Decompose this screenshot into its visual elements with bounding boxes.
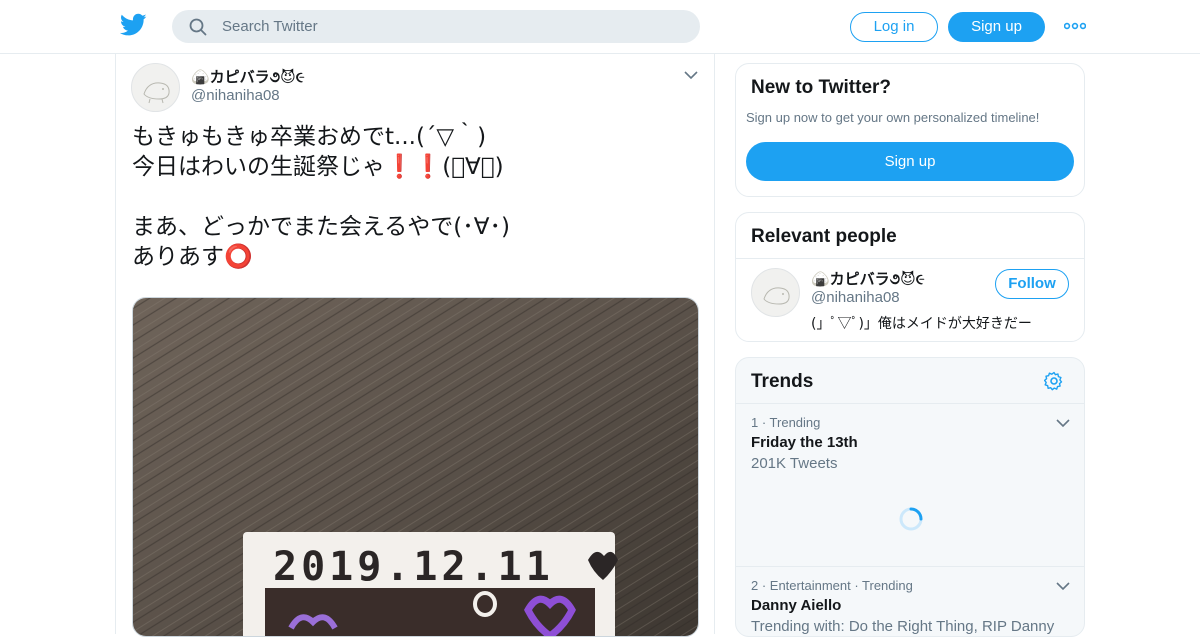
divider	[736, 403, 1084, 404]
trend-name[interactable]: Friday the 13th	[751, 434, 858, 451]
tweet-detail: 🍙カピバラ૭😈૯ @nihaniha08 もきゅもきゅ卒業おめでt...(´▽｀…	[115, 54, 715, 637]
trend-meta: 1 · Trending	[751, 415, 821, 430]
trend-context: Trending with: Do the Right Thing, RIP D…	[751, 618, 1055, 635]
chevron-down-icon[interactable]	[1056, 581, 1070, 591]
trend-name[interactable]: Danny Aiello	[751, 597, 1054, 614]
search-input[interactable]	[222, 10, 682, 43]
signup-cta-button[interactable]: Sign up	[746, 142, 1074, 181]
card-title: Trends	[751, 371, 814, 392]
trend-item[interactable]: 1 · Trending Friday the 13th 201K Tweets	[751, 415, 858, 472]
card-title: Relevant people	[751, 226, 897, 247]
loading-spinner-icon	[899, 507, 923, 531]
login-button[interactable]: Log in	[850, 12, 938, 42]
chevron-down-icon[interactable]	[684, 70, 698, 80]
trend-meta: 2 · Entertainment · Trending	[751, 578, 913, 593]
author-display-name[interactable]: 🍙カピバラ૭😈૯	[191, 66, 305, 87]
relevant-people-card: Relevant people 🍙カピバラ૭😈૯ @nihaniha08 (」ﾟ…	[735, 212, 1085, 342]
signup-button[interactable]: Sign up	[948, 12, 1045, 42]
divider	[736, 566, 1084, 567]
author-handle[interactable]: @nihaniha08	[191, 87, 280, 104]
tweet-photo[interactable]: 2019.12.11	[132, 297, 699, 637]
person-display-name[interactable]: 🍙カピバラ૭😈૯	[811, 268, 925, 289]
gear-icon[interactable]	[1044, 371, 1064, 391]
card-title: New to Twitter?	[751, 77, 892, 98]
person-bio: (」ﾟ▽ﾟ)」俺はメイドが大好きだー	[811, 316, 1032, 332]
photo-image: 2019.12.11	[133, 298, 698, 636]
photo-handwritten-date: 2019.12.11	[273, 544, 554, 590]
person-handle[interactable]: @nihaniha08	[811, 289, 900, 306]
chevron-down-icon[interactable]	[1056, 418, 1070, 428]
divider	[736, 258, 1084, 259]
trend-item[interactable]: 2 · Entertainment · Trending Danny Aiell…	[751, 578, 1054, 635]
author-avatar[interactable]	[131, 63, 180, 112]
capybara-sketch-icon	[143, 82, 170, 104]
card-subtitle: Sign up now to get your own personalized…	[746, 110, 1040, 125]
twitter-bird-icon[interactable]	[120, 13, 147, 37]
trends-card: Trends 1 · Trending Friday the 13th 201K…	[735, 357, 1085, 637]
person-avatar[interactable]	[751, 268, 800, 317]
capybara-sketch-icon	[763, 287, 790, 305]
new-to-twitter-card: New to Twitter? Sign up now to get your …	[735, 63, 1085, 197]
search-icon	[189, 18, 207, 36]
search-bar[interactable]	[172, 10, 700, 43]
more-options-icon[interactable]	[1064, 20, 1086, 32]
top-header: Log in Sign up	[0, 0, 1200, 54]
tweet-text: もきゅもきゅ卒業おめでt...(´▽｀) 今日はわいの生誕祭じゃ❗❗(ﾟ∀｡) …	[132, 124, 510, 270]
follow-button[interactable]: Follow	[995, 269, 1069, 299]
trend-tweet-count: 201K Tweets	[751, 455, 838, 472]
